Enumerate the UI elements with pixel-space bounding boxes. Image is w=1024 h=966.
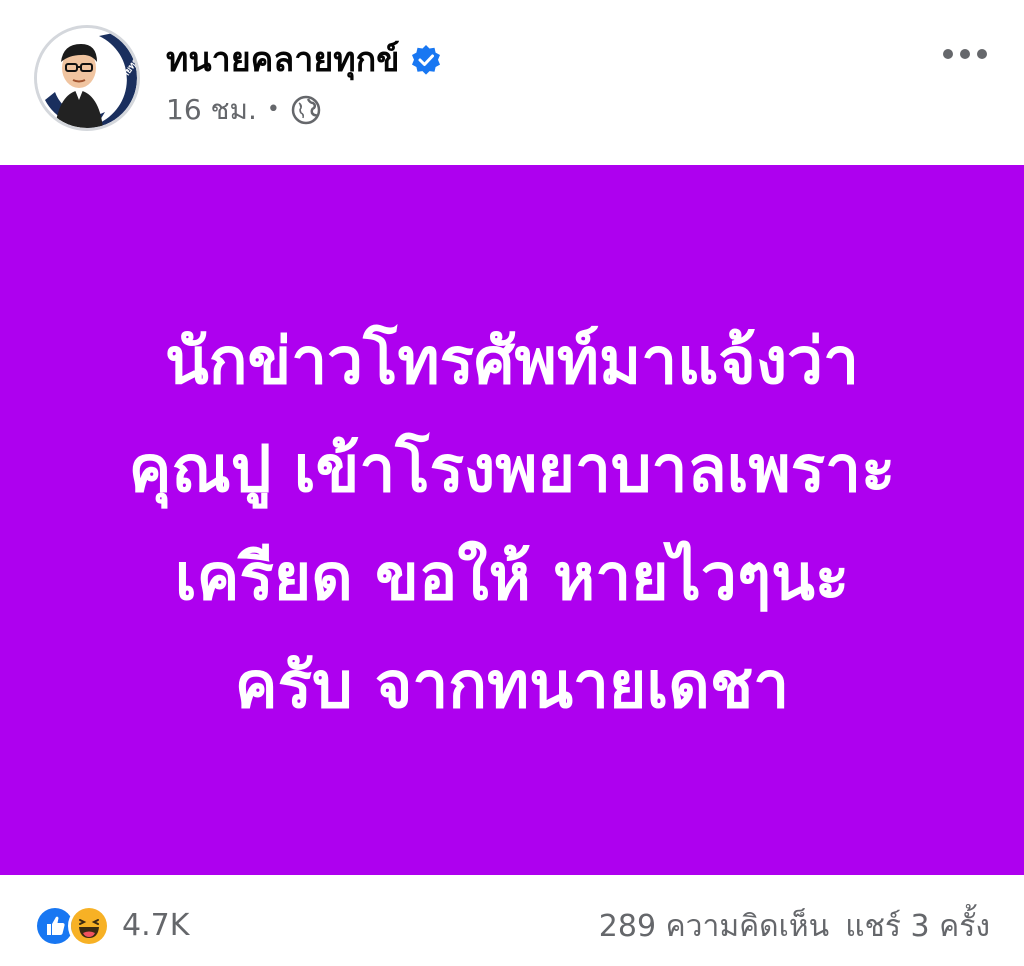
haha-icon xyxy=(68,905,110,947)
engagement-stats: 289 ความคิดเห็น แชร์ 3 ครั้ง xyxy=(599,907,990,947)
post-text-line: คุณปู เข้าโรงพยาบาลเพราะ xyxy=(128,433,896,507)
more-options-button[interactable] xyxy=(940,36,990,72)
post-colored-background[interactable]: นักข่าวโทรศัพท์มาแจ้งว่า คุณปู เข้าโรงพย… xyxy=(0,165,1024,875)
shares-count-link[interactable]: แชร์ 3 ครั้ง xyxy=(845,907,990,947)
comments-count-link[interactable]: 289 ความคิดเห็น xyxy=(599,907,829,947)
page-name[interactable]: ทนายคลายทุกข์ xyxy=(166,38,400,82)
reaction-count: 4.7K xyxy=(122,908,190,943)
post-footer: 4.7K 289 ความคิดเห็น แชร์ 3 ครั้ง xyxy=(0,875,1024,966)
post-text: นักข่าวโทรศัพท์มาแจ้งว่า คุณปู เข้าโรงพย… xyxy=(52,308,972,740)
post-header: ทนายคลายทุกข์ ทนายคลายทุกข์ 16 ชม. • xyxy=(0,0,1024,165)
verified-badge-icon xyxy=(410,44,442,76)
globe-icon[interactable] xyxy=(290,94,322,126)
post-text-line: ครับ จากทนายเดชา xyxy=(234,649,790,723)
reaction-icons xyxy=(34,905,110,947)
more-options-icon xyxy=(943,49,987,59)
avatar[interactable]: ทนายคลายทุกข์ xyxy=(34,25,140,131)
post-text-line: นักข่าวโทรศัพท์มาแจ้งว่า xyxy=(164,325,860,399)
separator-dot: • xyxy=(266,97,280,122)
post-timestamp[interactable]: 16 ชม. xyxy=(166,90,257,130)
avatar-image: ทนายคลายทุกข์ xyxy=(37,28,137,128)
reactions-summary[interactable]: 4.7K xyxy=(34,905,189,947)
post-text-line: เครียด ขอให้ หายไวๆนะ xyxy=(174,541,850,615)
